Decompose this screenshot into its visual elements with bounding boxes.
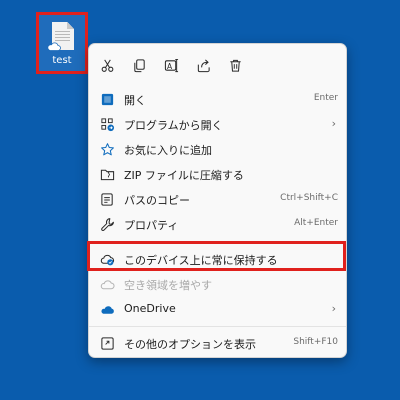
share-button[interactable]: [191, 53, 215, 77]
menu-item-label: プロパティ: [124, 219, 179, 232]
menu-item-label: 空き領域を増やす: [124, 279, 212, 292]
menu-item-open-with[interactable]: プログラムから開く ›: [93, 112, 342, 136]
menu-item-label: OneDrive: [124, 302, 176, 315]
rename-icon: A: [164, 58, 178, 72]
cloud-outline-icon: [99, 276, 115, 292]
menu-item-label: ZIP ファイルに圧縮する: [124, 169, 244, 182]
menu-item-add-favorites[interactable]: お気に入りに追加: [93, 137, 342, 161]
star-icon: [99, 141, 115, 157]
menu-separator: [89, 242, 346, 243]
menu-item-onedrive[interactable]: OneDrive ›: [93, 297, 342, 321]
copy-icon: [133, 58, 145, 72]
scissors-icon: [101, 59, 113, 72]
quick-action-bar: A: [89, 53, 346, 77]
cloud-online-only-icon: [47, 42, 61, 51]
chevron-right-icon: ›: [331, 302, 336, 315]
menu-item-label: 開く: [124, 94, 146, 107]
cloud-pin-icon: [99, 251, 115, 267]
open-with-icon: [99, 116, 115, 132]
menu-item-properties[interactable]: プロパティ Alt+Enter: [93, 212, 342, 236]
menu-item-always-keep-on-device[interactable]: このデバイス上に常に保持する: [93, 247, 342, 271]
svg-text:A: A: [167, 61, 173, 70]
cut-button[interactable]: [95, 53, 119, 77]
menu-item-open[interactable]: 開く Enter: [93, 87, 342, 111]
menu-item-shortcut: Alt+Enter: [294, 218, 338, 228]
menu-item-label: このデバイス上に常に保持する: [124, 254, 278, 267]
menu-item-label: パスのコピー: [124, 194, 190, 207]
copy-path-icon: [99, 191, 115, 207]
menu-item-copy-path[interactable]: パスのコピー Ctrl+Shift+C: [93, 187, 342, 211]
share-icon: [197, 58, 210, 72]
menu-item-label: その他のオプションを表示: [124, 338, 256, 351]
chevron-right-icon: ›: [331, 117, 336, 130]
context-menu: A 開く Enter プログラムから開く › お気に入りに追加 ZIP ファイル…: [88, 43, 347, 358]
menu-item-show-more-options[interactable]: その他のオプションを表示 Shift+F10: [93, 331, 342, 355]
delete-button[interactable]: [223, 53, 247, 77]
menu-item-label: お気に入りに追加: [124, 144, 212, 157]
menu-item-label: プログラムから開く: [124, 119, 223, 132]
more-options-icon: [99, 335, 115, 351]
menu-item-shortcut: Enter: [313, 93, 338, 103]
menu-item-shortcut: Ctrl+Shift+C: [280, 193, 338, 203]
onedrive-icon: [99, 301, 115, 317]
menu-item-shortcut: Shift+F10: [293, 337, 338, 347]
copy-button[interactable]: [127, 53, 151, 77]
rename-button[interactable]: A: [159, 53, 183, 77]
open-book-icon: [99, 91, 115, 107]
trash-icon: [229, 59, 241, 72]
menu-item-compress-zip[interactable]: ZIP ファイルに圧縮する: [93, 162, 342, 186]
menu-item-free-up-space: 空き領域を増やす: [93, 272, 342, 296]
menu-separator: [89, 326, 346, 327]
wrench-icon: [99, 216, 115, 232]
zip-folder-icon: [99, 166, 115, 182]
desktop-file-test[interactable]: test: [36, 12, 88, 74]
file-name-label: test: [52, 55, 72, 66]
